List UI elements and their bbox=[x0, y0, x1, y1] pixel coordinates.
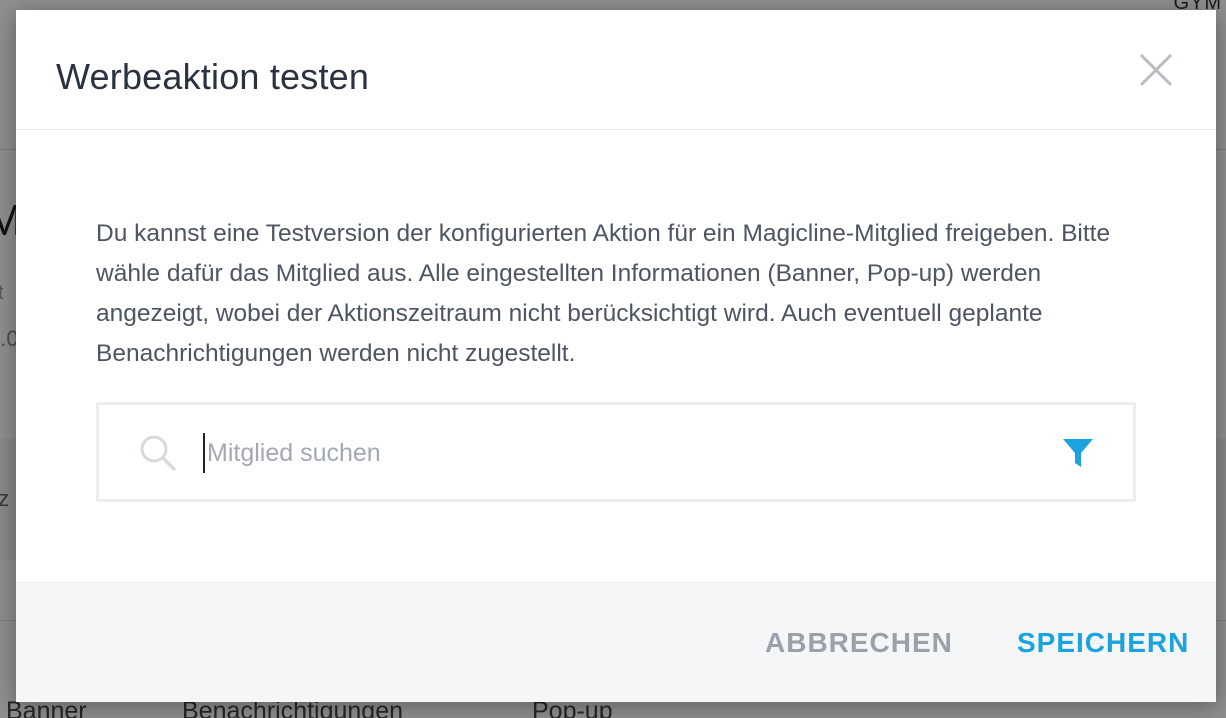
member-search-box[interactable] bbox=[96, 402, 1136, 502]
filter-icon[interactable] bbox=[1061, 436, 1095, 470]
dialog-description: Du kannst eine Testversion der konfiguri… bbox=[96, 220, 1111, 367]
test-promotion-dialog: Werbeaktion testen Du kannst eine Testve… bbox=[16, 10, 1216, 702]
close-icon bbox=[1140, 54, 1172, 86]
dialog-footer: ABBRECHEN SPEICHERN bbox=[16, 582, 1216, 702]
member-search-input[interactable] bbox=[203, 433, 1023, 473]
search-icon bbox=[140, 435, 176, 471]
dialog-body: Du kannst eine Testversion der konfiguri… bbox=[16, 130, 1216, 582]
save-button[interactable]: SPEICHERN bbox=[1017, 627, 1189, 659]
dialog-title: Werbeaktion testen bbox=[56, 56, 370, 97]
close-button[interactable] bbox=[1136, 50, 1176, 90]
cancel-button[interactable]: ABBRECHEN bbox=[765, 627, 953, 659]
dialog-header: Werbeaktion testen bbox=[16, 10, 1216, 130]
